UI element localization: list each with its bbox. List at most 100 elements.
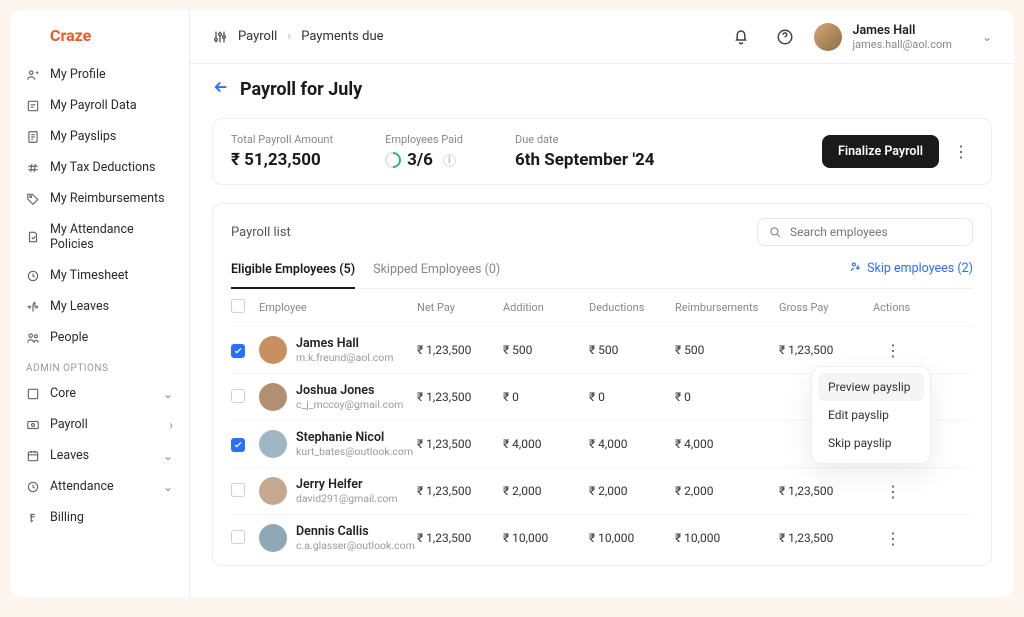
progress-ring-icon [382,149,405,172]
row-actions-button[interactable]: ⋮ [873,341,913,360]
tax-icon [26,161,40,175]
profile-icon [26,68,40,82]
col-deductions: Deductions [589,301,675,314]
core-icon [26,387,40,401]
row-actions-button[interactable]: ⋮ [873,529,913,548]
breadcrumb-b[interactable]: Payments due [301,29,383,44]
sidebar: Craze My Profile My Payroll Data My Pays… [10,10,190,597]
sidebar-item-people[interactable]: People [16,322,183,353]
tab-skipped[interactable]: Skipped Employees (0) [373,254,500,288]
tab-eligible[interactable]: Eligible Employees (5) [231,254,355,289]
billing-icon [26,511,40,525]
user-menu[interactable]: James Hall james.hall@aol.com ⌄ [814,23,992,51]
col-actions: Actions [873,301,913,314]
employee-name: Joshua Jones [296,383,403,398]
metric-due: Due date 6th September '24 [515,133,655,170]
arrow-left-icon [212,78,230,96]
more-menu-button[interactable]: ⋮ [949,138,973,165]
metric-label: Due date [515,133,655,146]
breadcrumb-a[interactable]: Payroll [238,29,277,44]
sidebar-item-my-attendance-policies[interactable]: My Attendance Policies [16,214,183,260]
employee-email: c.a.glasser@outlook.com [296,539,415,552]
select-all-checkbox[interactable] [231,299,245,313]
clock-icon [26,269,40,283]
employee-search[interactable] [757,218,973,246]
row-checkbox[interactable] [231,438,245,452]
cell-deductions: ₹ 4,000 [589,437,675,451]
col-grosspay: Gross Pay [779,301,873,314]
sidebar-item-my-reimbursements[interactable]: My Reimbursements [16,183,183,214]
cell-deductions: ₹ 2,000 [589,484,675,498]
metric-total: Total Payroll Amount ₹ 51,23,500 [231,133,333,170]
cell-netpay: ₹ 1,23,500 [417,343,503,357]
chevron-down-icon: ⌄ [163,449,173,463]
menu-edit-payslip[interactable]: Edit payslip [818,401,924,429]
menu-preview-payslip[interactable]: Preview payslip [818,373,924,401]
sliders-icon [212,29,228,45]
sidebar-item-core[interactable]: Core ⌄ [16,378,183,409]
attendance-icon [26,480,40,494]
sidebar-item-attendance[interactable]: Attendance ⌄ [16,471,183,502]
cell-reimbursements: ₹ 10,000 [675,531,779,545]
search-input[interactable] [790,225,962,239]
help-button[interactable] [770,22,800,52]
info-icon[interactable]: i [443,154,456,167]
sidebar-item-label: Payroll [50,417,88,432]
payslip-icon [26,130,40,144]
employee-email: c_j_mccoy@gmail.com [296,398,403,411]
calendar-icon [26,449,40,463]
sidebar-item-my-timesheet[interactable]: My Timesheet [16,260,183,291]
sidebar-item-leaves-admin[interactable]: Leaves ⌄ [16,440,183,471]
sidebar-item-my-profile[interactable]: My Profile [16,59,183,90]
col-reimbursements: Reimbursements [675,301,779,314]
back-button[interactable] [212,78,230,100]
cell-grosspay: ₹ 1,23,500 [779,343,873,357]
row-checkbox[interactable] [231,389,245,403]
people-icon [26,331,40,345]
sidebar-item-label: My Attendance Policies [50,222,173,252]
user-email: james.hall@aol.com [852,38,951,51]
sidebar-item-my-payslips[interactable]: My Payslips [16,121,183,152]
sidebar-item-label: Billing [50,510,84,525]
row-checkbox[interactable] [231,344,245,358]
sidebar-item-label: My Profile [50,67,106,82]
table-header: Employee Net Pay Addition Deductions Rei… [231,289,973,326]
sidebar-item-my-payroll-data[interactable]: My Payroll Data [16,90,183,121]
skip-icon [848,261,862,275]
cell-reimbursements: ₹ 0 [675,390,779,404]
finalize-button[interactable]: Finalize Payroll [822,135,939,168]
cell-deductions: ₹ 10,000 [589,531,675,545]
notifications-button[interactable] [726,22,756,52]
data-icon [26,99,40,113]
bell-icon [732,28,750,46]
chevron-down-icon: ⌄ [982,30,992,44]
list-title: Payroll list [231,225,291,240]
sidebar-item-billing[interactable]: Billing [16,502,183,533]
brand[interactable]: Craze [16,20,183,59]
table-row: Dennis Callisc.a.glasser@outlook.com₹ 1,… [231,514,973,561]
row-checkbox[interactable] [231,483,245,497]
brand-name: Craze [50,26,91,45]
sidebar-item-my-leaves[interactable]: My Leaves [16,291,183,322]
cell-grosspay: ₹ 1,23,500 [779,531,873,545]
employee-email: david291@gmail.com [296,492,398,505]
employee-name: Stephanie Nicol [296,430,413,445]
cell-addition: ₹ 500 [503,343,589,357]
cell-addition: ₹ 0 [503,390,589,404]
menu-skip-payslip[interactable]: Skip payslip [818,429,924,457]
page-title: Payroll for July [240,79,362,100]
cell-reimbursements: ₹ 4,000 [675,437,779,451]
skip-employees-action[interactable]: Skip employees (2) [848,261,973,282]
row-checkbox[interactable] [231,530,245,544]
sidebar-item-my-tax-deductions[interactable]: My Tax Deductions [16,152,183,183]
sidebar-item-label: Attendance [50,479,114,494]
row-actions-button[interactable]: ⋮ [873,482,913,501]
cell-netpay: ₹ 1,23,500 [417,437,503,451]
metric-value: 3/6 [407,150,433,170]
sidebar-item-label: My Reimbursements [50,191,165,206]
sidebar-item-payroll[interactable]: Payroll › [16,409,183,440]
col-addition: Addition [503,301,589,314]
metric-label: Total Payroll Amount [231,133,333,146]
sidebar-item-label: My Leaves [50,299,109,314]
avatar [814,23,842,51]
